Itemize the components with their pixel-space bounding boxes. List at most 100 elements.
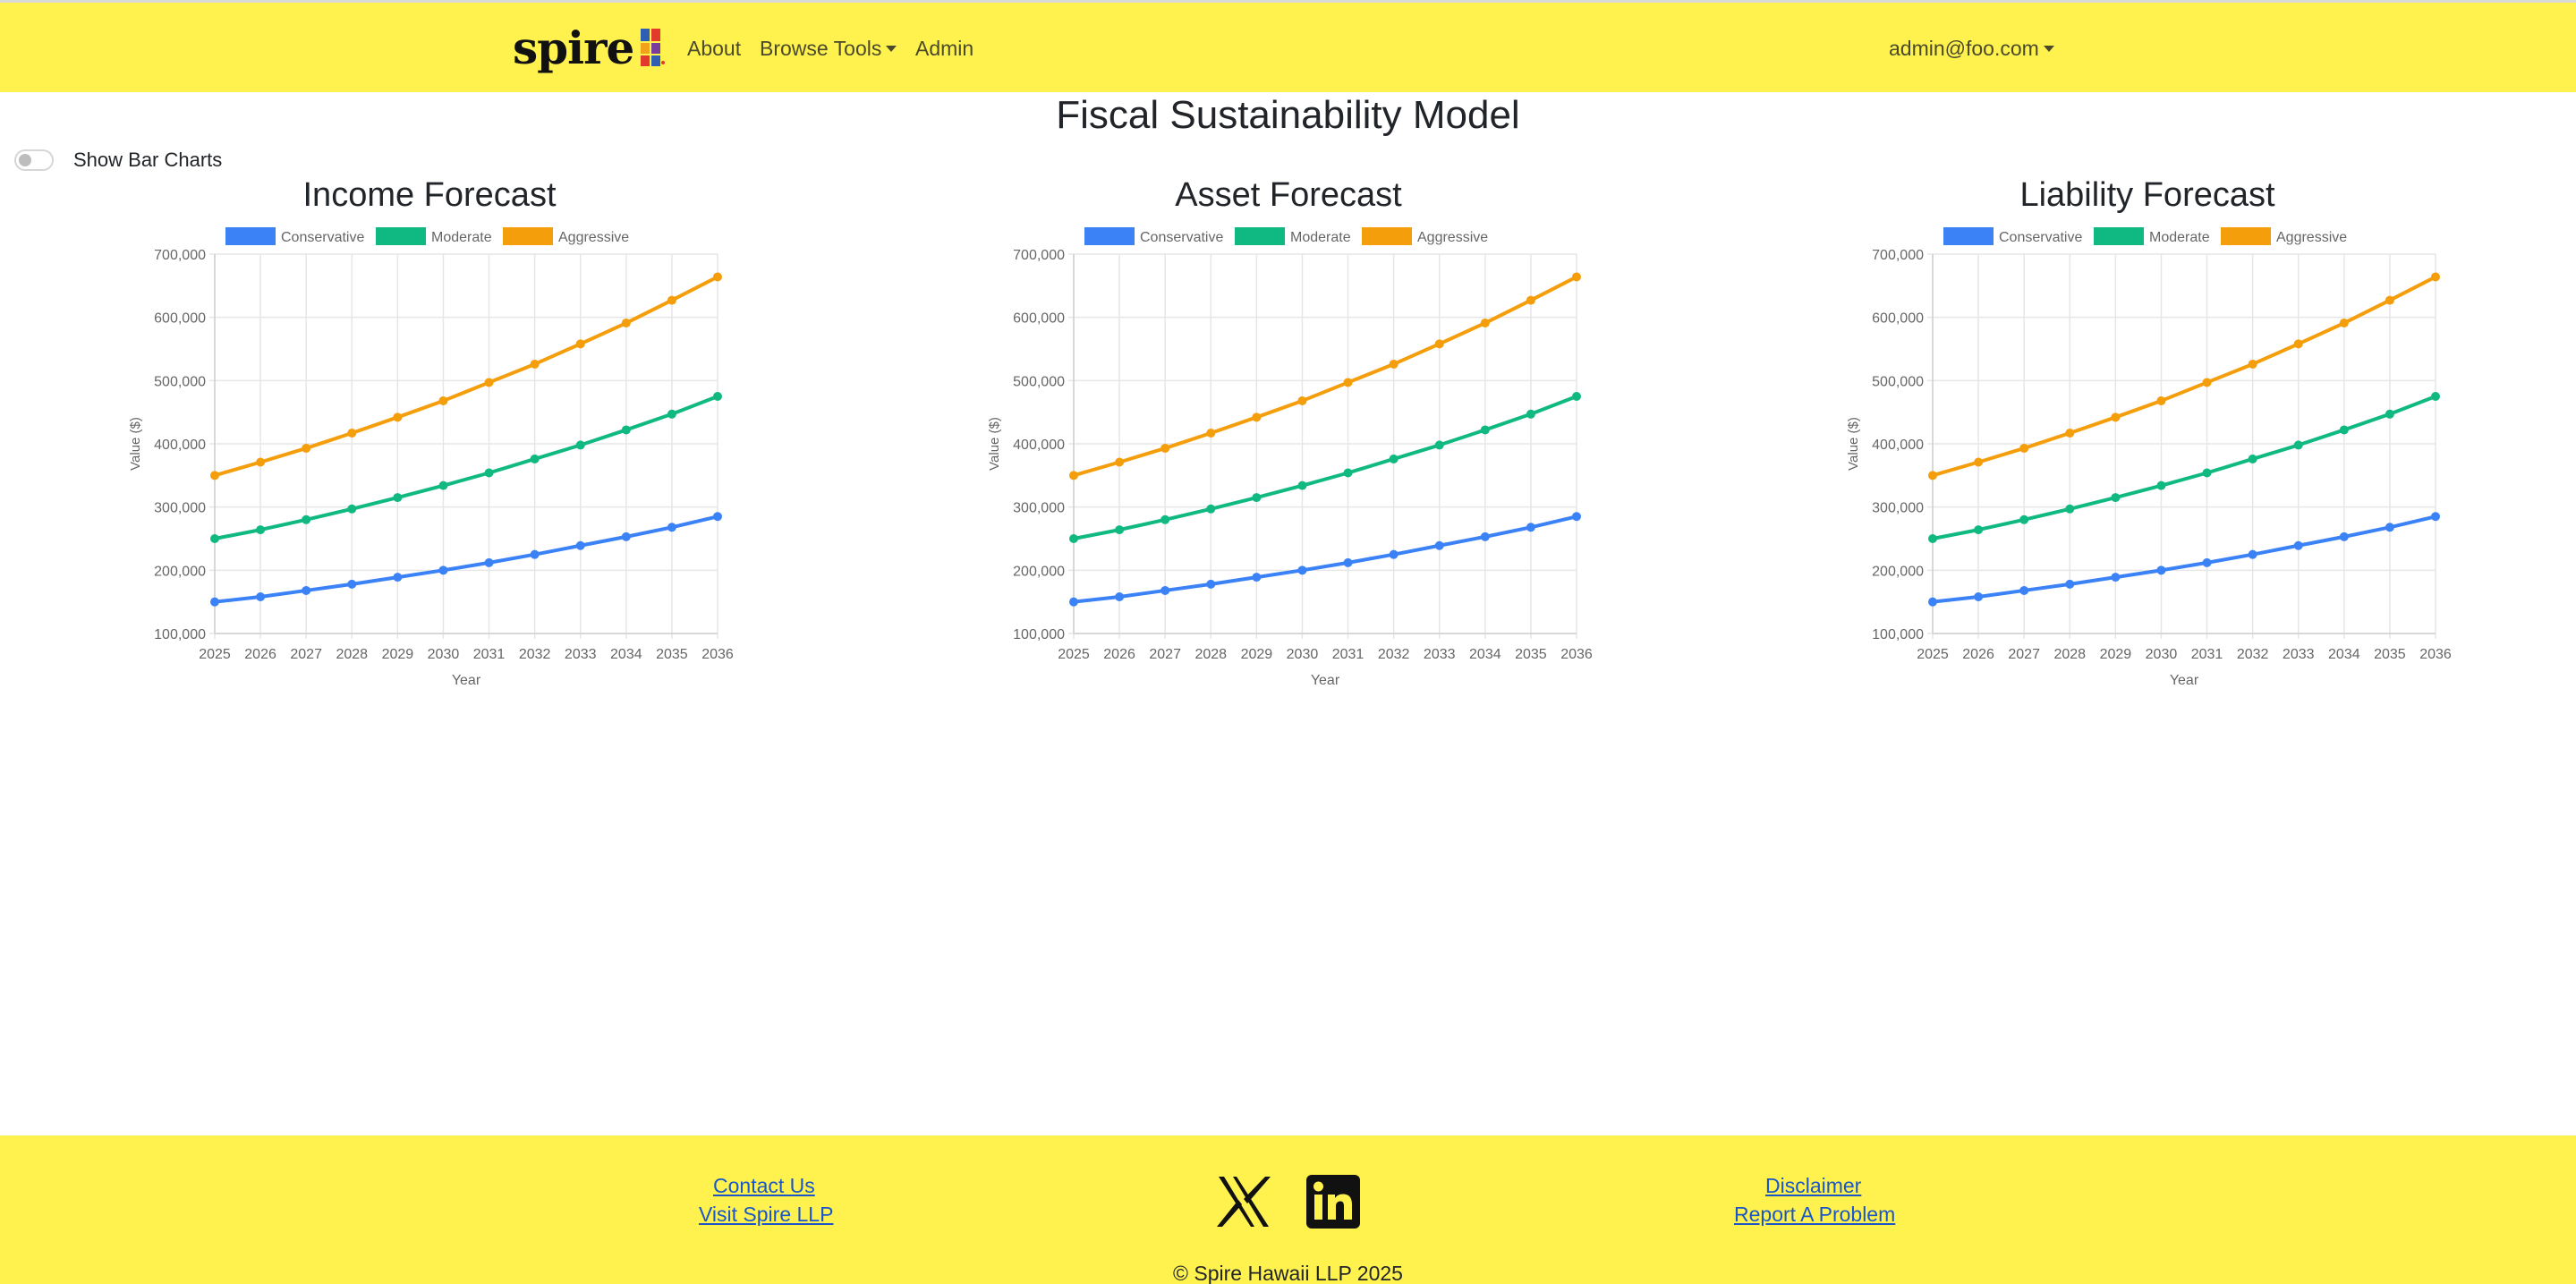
y-tick-label: 200,000 xyxy=(1013,564,1065,579)
data-point xyxy=(1480,531,1490,541)
x-tick-label: 2025 xyxy=(199,647,231,662)
data-point xyxy=(713,392,722,401)
legend-swatch xyxy=(2094,227,2144,245)
data-point xyxy=(1343,378,1353,387)
y-tick-label: 600,000 xyxy=(1013,311,1065,327)
legend-swatch xyxy=(1362,227,1412,245)
data-point xyxy=(393,412,403,422)
x-tick-label: 2025 xyxy=(1917,647,1949,662)
data-point xyxy=(713,512,722,522)
data-point xyxy=(2156,565,2166,575)
data-point xyxy=(302,585,311,595)
nav-about[interactable]: About xyxy=(687,35,741,62)
data-point xyxy=(621,531,631,541)
data-point xyxy=(2111,412,2121,422)
y-tick-label: 200,000 xyxy=(1872,564,1924,579)
series-line-moderate xyxy=(1073,395,1577,540)
data-point xyxy=(2248,549,2257,559)
x-tick-label: 2034 xyxy=(2328,647,2360,662)
data-point xyxy=(2248,359,2257,369)
data-point xyxy=(667,523,676,532)
chart-canvas: 100,000 200,000 300,000 400,000 500,000 600,0… xyxy=(987,227,1593,688)
report-problem-link[interactable]: Report A Problem xyxy=(1734,1203,1895,1227)
data-point xyxy=(1252,493,1262,503)
data-point xyxy=(1434,540,1444,550)
x-tick-label: 2031 xyxy=(473,647,506,662)
x-tick-label: 2027 xyxy=(2008,647,2040,662)
logo-mark-icon xyxy=(641,29,666,68)
data-point xyxy=(1115,457,1125,467)
toggle-switch[interactable] xyxy=(14,149,54,171)
data-point xyxy=(667,295,676,305)
data-point xyxy=(1928,597,1937,607)
legend-label: Moderate xyxy=(1290,230,1351,245)
x-tick-label: 2028 xyxy=(1194,647,1227,662)
disclaimer-link[interactable]: Disclaimer xyxy=(1765,1174,1861,1198)
data-point xyxy=(1974,592,1984,602)
liability-forecast-chart: Liability Forecast 100,000 200,000 300,000… xyxy=(1834,170,2461,707)
data-point xyxy=(2339,319,2349,328)
data-point xyxy=(1206,579,1216,589)
linkedin-icon[interactable] xyxy=(1306,1175,1360,1229)
x-tick-label: 2027 xyxy=(290,647,322,662)
data-point xyxy=(1434,440,1444,450)
series-line-aggressive xyxy=(1932,275,2436,478)
x-tick-label: 2030 xyxy=(428,647,460,662)
nav-browse-tools[interactable]: Browse Tools xyxy=(760,35,897,62)
y-tick-label: 300,000 xyxy=(1872,501,1924,516)
data-point xyxy=(302,514,311,524)
spire-logo[interactable]: spire xyxy=(513,21,666,76)
user-menu[interactable]: admin@foo.com xyxy=(1889,35,2054,62)
y-tick-label: 400,000 xyxy=(1013,438,1065,453)
y-tick-label: 200,000 xyxy=(154,564,206,579)
legend-label: Conservative xyxy=(281,230,364,245)
data-point xyxy=(256,457,266,467)
data-point xyxy=(621,425,631,435)
y-axis-title: Value ($) xyxy=(987,417,1002,471)
x-tick-label: 2036 xyxy=(701,647,734,662)
y-tick-label: 300,000 xyxy=(1013,501,1065,516)
contact-us-link[interactable]: Contact Us xyxy=(713,1174,815,1198)
data-point xyxy=(667,409,676,419)
y-tick-label: 300,000 xyxy=(154,501,206,516)
x-tick-label: 2025 xyxy=(1058,647,1090,662)
data-point xyxy=(210,534,219,543)
user-email: admin@foo.com xyxy=(1889,37,2039,60)
legend-label: Aggressive xyxy=(1417,230,1488,245)
data-point xyxy=(2339,425,2349,435)
data-point xyxy=(2111,573,2121,582)
x-tick-label: 2026 xyxy=(1962,647,1994,662)
x-tick-label: 2026 xyxy=(244,647,276,662)
legend-swatch xyxy=(1084,227,1135,245)
x-axis-title: Year xyxy=(452,673,481,688)
data-point xyxy=(347,579,357,589)
legend-swatch xyxy=(225,227,276,245)
legend-swatch xyxy=(1943,227,1994,245)
nav-admin[interactable]: Admin xyxy=(915,35,973,62)
data-point xyxy=(1297,480,1307,490)
data-point xyxy=(2431,272,2440,282)
data-point xyxy=(347,504,357,514)
data-point xyxy=(2248,454,2257,463)
x-tick-label: 2033 xyxy=(1424,647,1456,662)
y-tick-label: 100,000 xyxy=(1013,627,1065,642)
data-point xyxy=(713,272,722,282)
visit-spire-link[interactable]: Visit Spire LLP xyxy=(699,1203,833,1227)
x-tick-label: 2029 xyxy=(382,647,414,662)
data-point xyxy=(2385,295,2394,305)
x-tick-label: 2036 xyxy=(1560,647,1593,662)
x-icon[interactable] xyxy=(1217,1175,1271,1229)
x-tick-label: 2030 xyxy=(2146,647,2178,662)
data-point xyxy=(1974,457,1984,467)
legend-label: Aggressive xyxy=(2276,230,2347,245)
data-point xyxy=(302,443,311,453)
bar-chart-toggle[interactable]: Show Bar Charts xyxy=(14,149,222,172)
data-point xyxy=(575,540,585,550)
data-point xyxy=(1160,443,1170,453)
data-point xyxy=(1572,272,1581,282)
x-tick-label: 2033 xyxy=(2283,647,2315,662)
data-point xyxy=(2156,395,2166,405)
data-point xyxy=(438,395,448,405)
data-point xyxy=(2019,585,2029,595)
y-tick-label: 400,000 xyxy=(154,438,206,453)
